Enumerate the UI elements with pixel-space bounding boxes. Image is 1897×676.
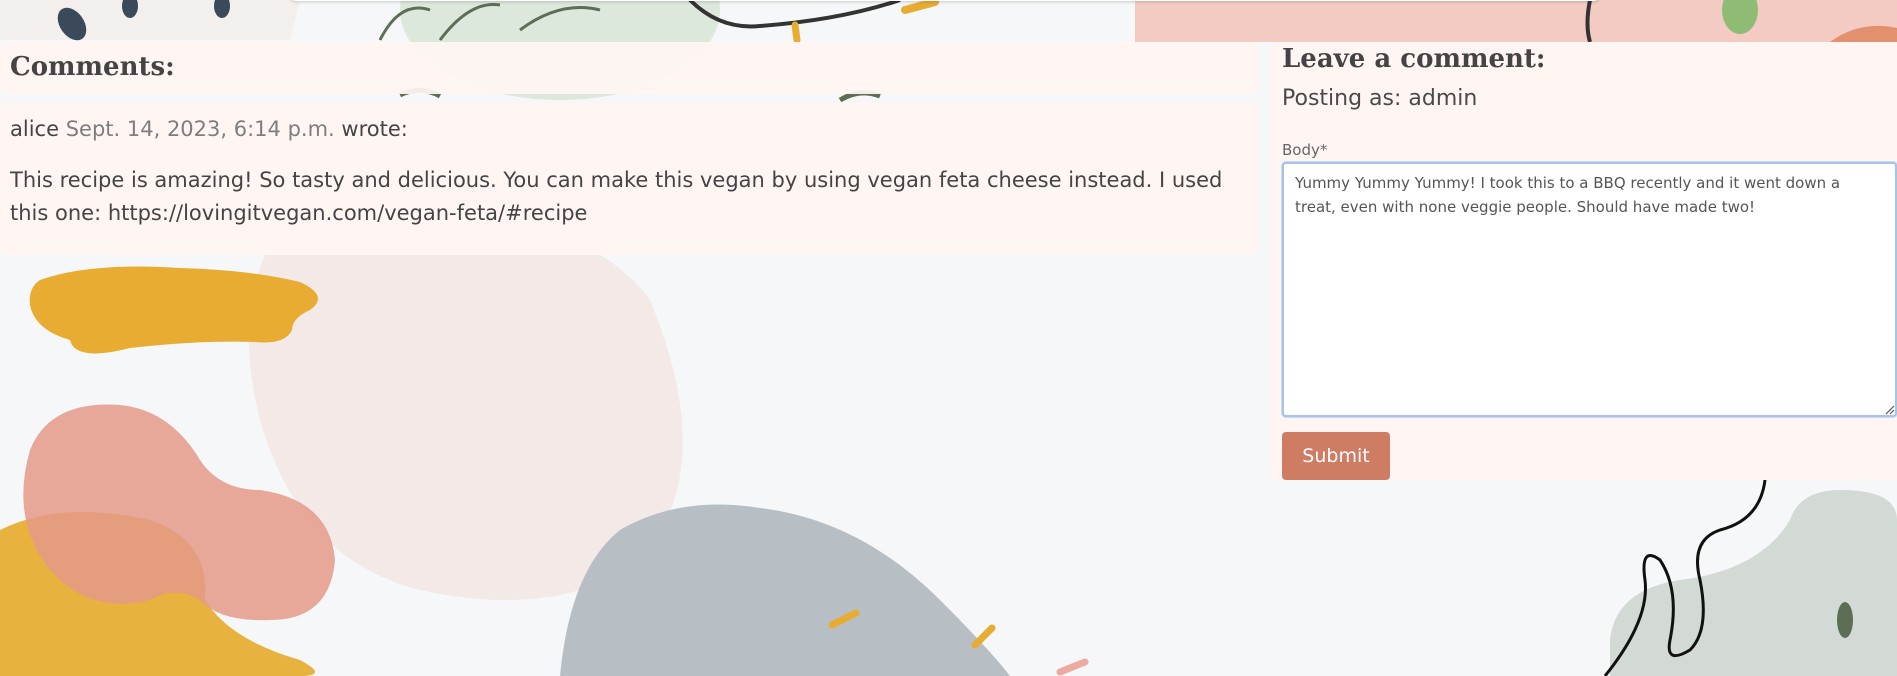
posting-as-text: Posting as: admin bbox=[1282, 86, 1478, 111]
comment-body: This recipe is amazing! So tasty and del… bbox=[10, 168, 1223, 225]
comment-meta: alice Sept. 14, 2023, 6:14 p.m. wrote: bbox=[10, 117, 408, 141]
comment-wrote: wrote: bbox=[341, 117, 408, 141]
body-field-label: Body* bbox=[1282, 141, 1328, 159]
submit-button[interactable]: Submit bbox=[1282, 432, 1390, 480]
top-card-edge bbox=[290, 0, 1600, 1]
comment-body-textarea[interactable]: Yummy Yummy Yummy! I took this to a BBQ … bbox=[1282, 162, 1897, 417]
comment-form-heading: Leave a comment: bbox=[1282, 44, 1546, 74]
comments-header-panel: Comments: bbox=[0, 42, 1258, 94]
comment-author: alice bbox=[10, 117, 60, 141]
comment-card: alice Sept. 14, 2023, 6:14 p.m. wrote: T… bbox=[0, 103, 1258, 255]
resize-grip-icon[interactable] bbox=[1885, 405, 1895, 415]
comments-heading: Comments: bbox=[10, 52, 175, 82]
comment-form-panel: Leave a comment: Posting as: admin Body*… bbox=[1270, 42, 1897, 480]
comment-date: Sept. 14, 2023, 6:14 p.m. bbox=[65, 117, 335, 141]
